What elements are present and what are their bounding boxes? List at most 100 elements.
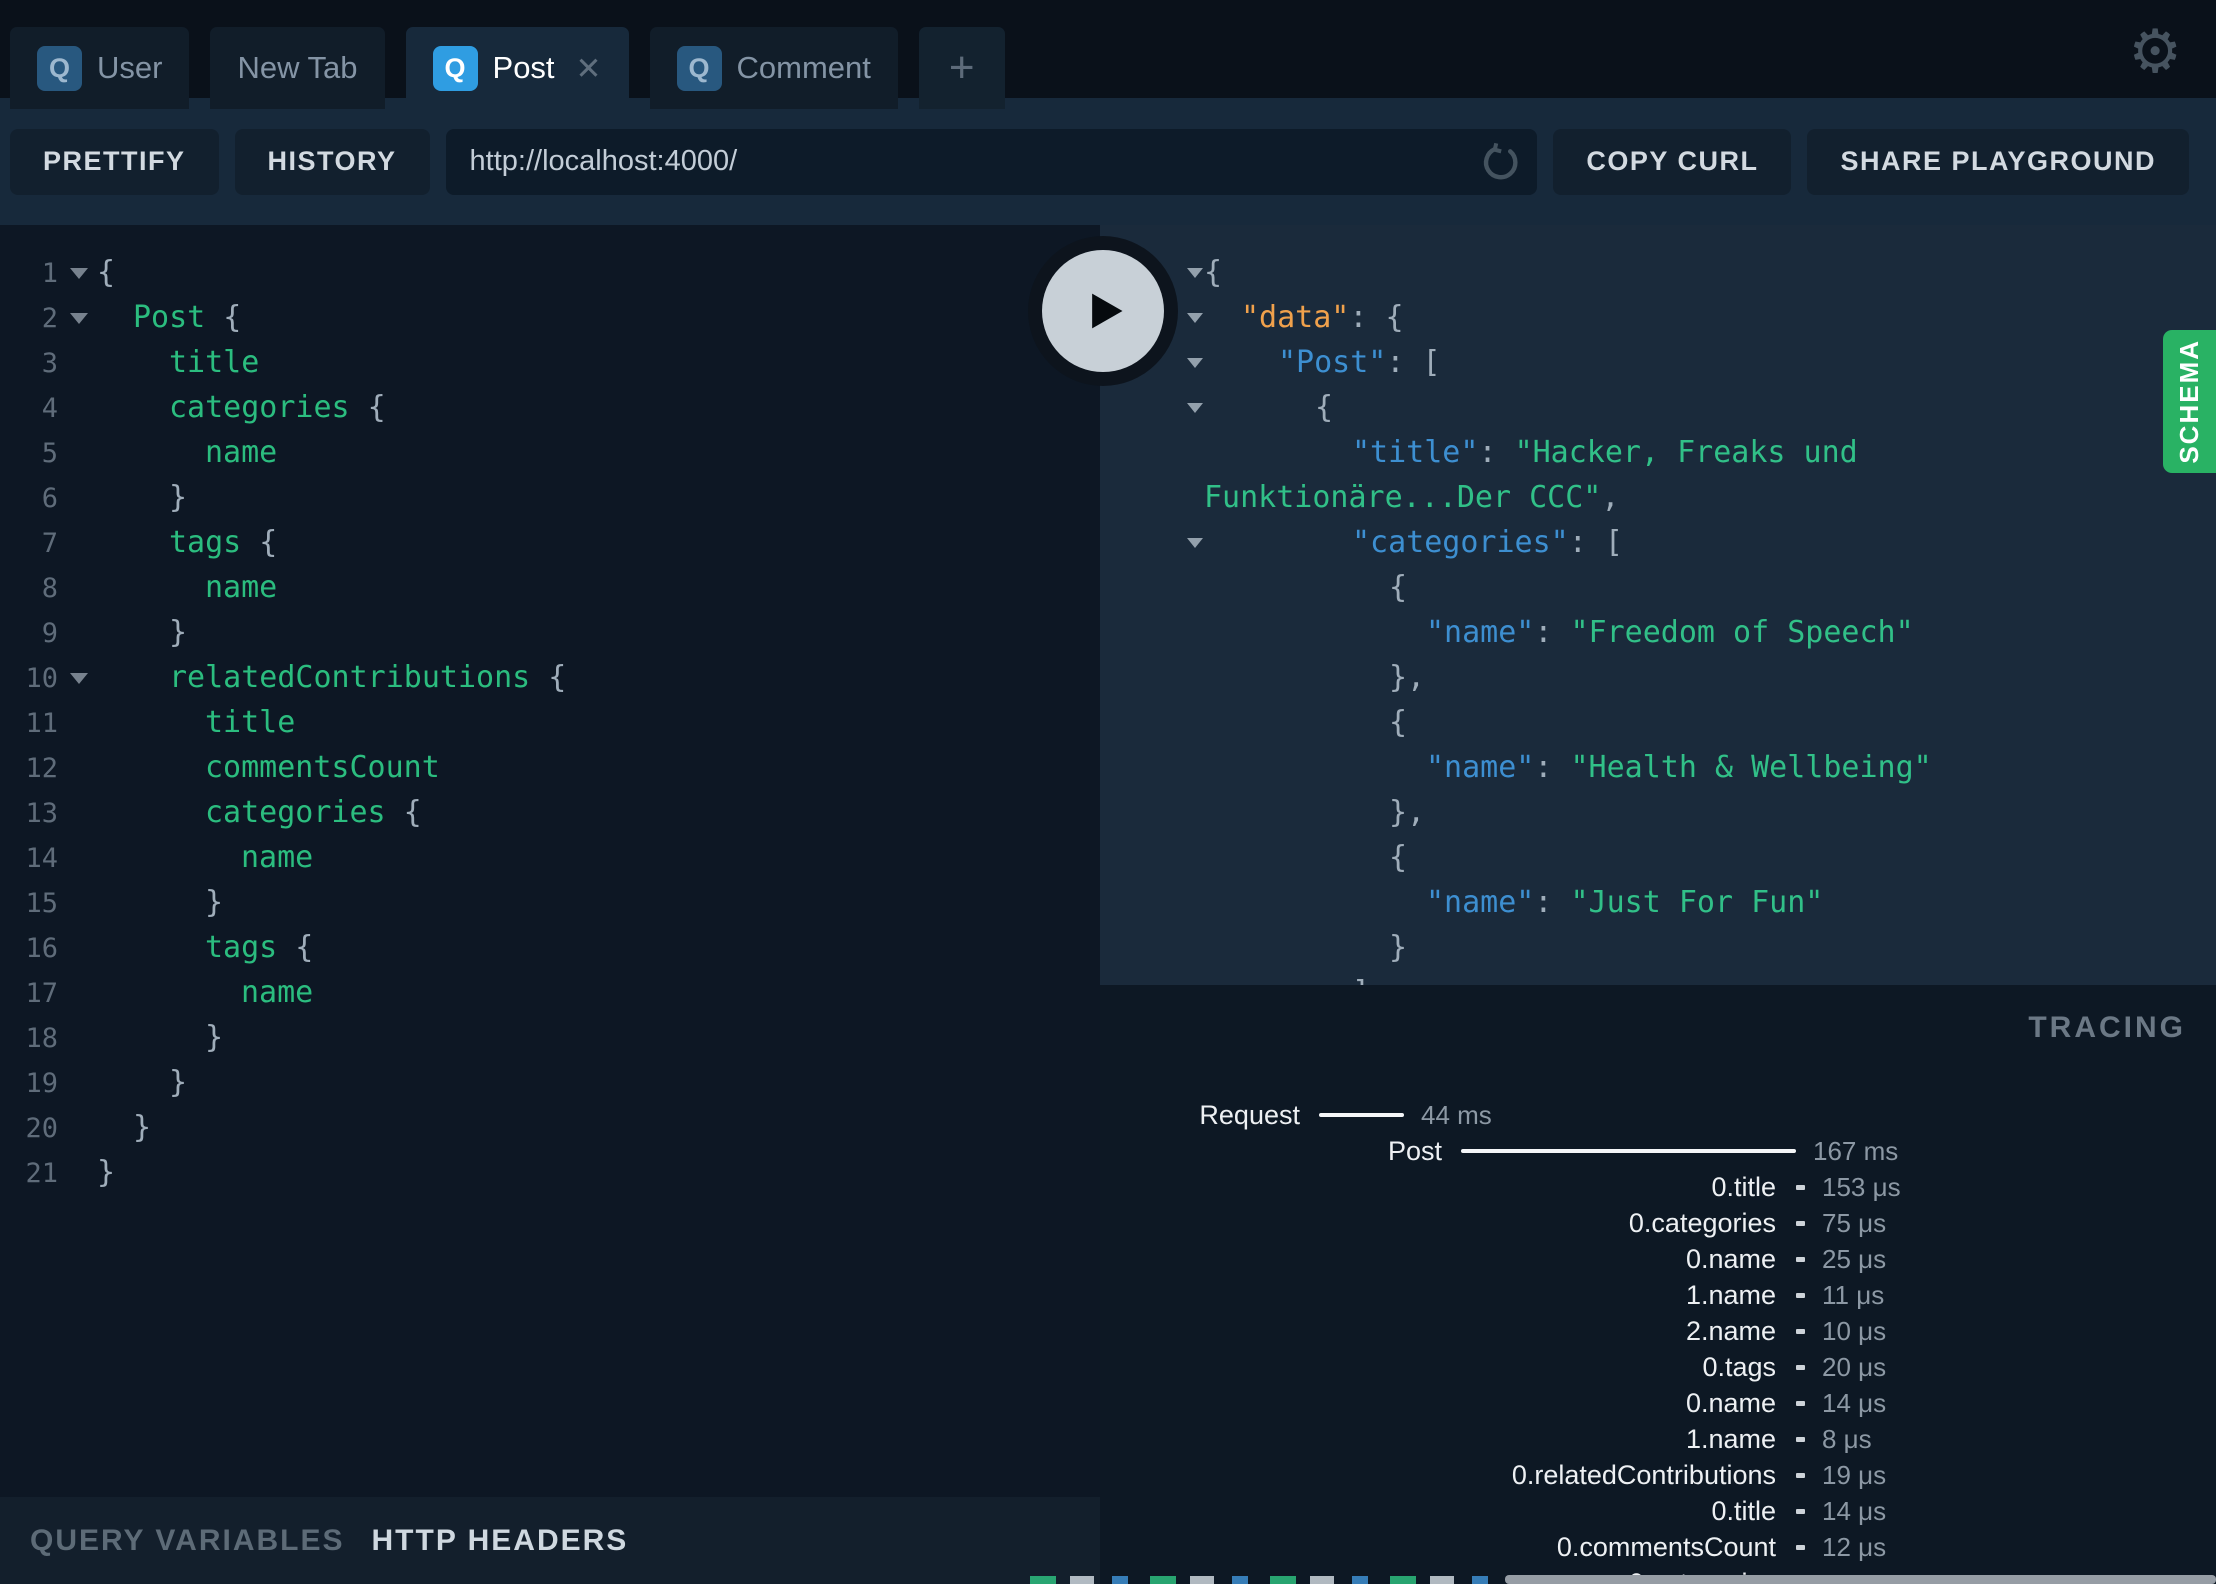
query-line[interactable]: 13 categories { (0, 790, 1100, 835)
trace-label: 1.name (1685, 1279, 1776, 1310)
response-code: Funktionäre...Der CCC", (1204, 480, 1620, 515)
query-code: commentsCount (205, 750, 440, 785)
line-number: 17 (25, 978, 58, 1009)
tab-label: User (97, 50, 163, 85)
query-code: } (205, 1020, 224, 1055)
tab-label: New Tab (237, 50, 358, 85)
query-code: relatedContributions { (169, 660, 567, 695)
play-icon (1092, 293, 1123, 329)
prettify-button[interactable]: PRETTIFY (10, 128, 219, 195)
query-line[interactable]: 8 name (0, 565, 1100, 610)
trace-label: 0.name (1685, 1243, 1776, 1274)
trace-duration: 25 μs (1822, 1243, 1887, 1274)
query-line[interactable]: 21} (0, 1150, 1100, 1195)
trace-row: 0.commentsCount 12 μs (1100, 1529, 2216, 1565)
endpoint-url-input[interactable] (445, 128, 1538, 195)
query-line[interactable]: 6} (0, 475, 1100, 520)
query-code: } (169, 615, 188, 650)
trace-duration: 153 μs (1822, 1171, 1901, 1202)
fold-arrow-icon[interactable] (1187, 403, 1203, 413)
query-line[interactable]: 7 tags { (0, 520, 1100, 565)
query-line[interactable]: 11 title (0, 700, 1100, 745)
response-pane: {"data": {"Post": [{"title": "Hacker, Fr… (1100, 225, 2216, 985)
response-code: ] (1100, 970, 1370, 985)
tab-user[interactable]: Q User (10, 27, 190, 109)
fold-arrow-icon[interactable] (70, 313, 88, 324)
trace-label: 0.tags (1702, 1351, 1776, 1382)
query-line[interactable]: 4 categories { (0, 385, 1100, 430)
fold-arrow-icon[interactable] (1187, 538, 1203, 548)
query-line[interactable]: 18} (0, 1015, 1100, 1060)
query-line[interactable]: 5 name (0, 430, 1100, 475)
horizontal-scrollbar[interactable] (1505, 1575, 2216, 1584)
trace-duration: 8 μs (1822, 1423, 1872, 1454)
trace-row: 0.name 25 μs (1100, 1241, 2216, 1277)
fold-arrow-icon[interactable] (70, 268, 88, 279)
query-line[interactable]: 14 name (0, 835, 1100, 880)
query-line[interactable]: 9} (0, 610, 1100, 655)
response-line: "categories": [ (1100, 520, 2216, 565)
close-tab-icon[interactable]: ✕ (576, 53, 602, 84)
response-code: }, (1389, 795, 1426, 830)
query-line[interactable]: 15} (0, 880, 1100, 925)
share-playground-button[interactable]: SHARE PLAYGROUND (1807, 128, 2189, 195)
query-line[interactable]: 3 title (0, 340, 1100, 385)
trace-row: 1.name 11 μs (1100, 1277, 2216, 1313)
trace-tick (1796, 1472, 1805, 1478)
endpoint-url-wrap (445, 128, 1538, 195)
trace-rows: Request 44 ms Post 167 ms 0.title 153 μs 0.cat… (1100, 1097, 2216, 1584)
line-number: 18 (25, 1023, 58, 1054)
trace-label: 2.name (1685, 1315, 1776, 1346)
settings-gear-icon[interactable]: ⚙ (2128, 22, 2182, 82)
fold-arrow-icon[interactable] (1187, 358, 1203, 368)
query-code: title (169, 345, 260, 380)
response-line: "name": "Just For Fun" (1100, 880, 2216, 925)
query-editor-pane[interactable]: 1{2 Post {3 title 4 categories {5 name 6} 7 tags… (0, 225, 1100, 1584)
query-line[interactable]: 20} (0, 1105, 1100, 1150)
fold-arrow-icon[interactable] (1187, 313, 1203, 323)
query-code: } (169, 480, 188, 515)
query-line[interactable]: 16 tags { (0, 925, 1100, 970)
reload-icon[interactable] (1479, 140, 1523, 184)
http-headers-tab[interactable]: HTTP HEADERS (372, 1524, 629, 1558)
history-button[interactable]: HISTORY (234, 128, 430, 195)
query-line[interactable]: 17 name (0, 970, 1100, 1015)
query-code: } (133, 1110, 152, 1145)
trace-tick (1796, 1436, 1805, 1442)
query-line[interactable]: 10 relatedContributions { (0, 655, 1100, 700)
response-code: "title": "Hacker, Freaks und (1352, 435, 1858, 470)
response-code: { (1389, 570, 1408, 605)
trace-label: Request (1199, 1099, 1300, 1130)
toolbar-band: PRETTIFY HISTORY COPY CURL SHARE PLAYGRO… (0, 98, 2216, 225)
play-disc (1042, 250, 1164, 372)
trace-duration: 10 μs (1822, 1315, 1887, 1346)
tab-comment[interactable]: Q Comment (649, 27, 898, 109)
tab-new-tab[interactable]: New Tab (210, 27, 385, 109)
main-area: 1{2 Post {3 title 4 categories {5 name 6} 7 tags… (0, 225, 2216, 1584)
response-line: "title": "Hacker, Freaks und (1100, 430, 2216, 475)
copy-curl-button[interactable]: COPY CURL (1553, 128, 1792, 195)
tab-post-active[interactable]: Q Post ✕ (405, 27, 629, 109)
query-code: name (241, 975, 314, 1010)
query-line[interactable]: 19} (0, 1060, 1100, 1105)
execute-query-button[interactable] (1028, 236, 1178, 386)
query-code: categories { (205, 795, 422, 830)
line-number: 14 (25, 843, 58, 874)
trace-duration: 20 μs (1822, 1351, 1887, 1382)
query-variables-tab[interactable]: QUERY VARIABLES (30, 1524, 345, 1558)
query-line[interactable]: 12 commentsCount (0, 745, 1100, 790)
query-code: name (205, 570, 278, 605)
trace-row: Request 44 ms (1100, 1097, 2216, 1133)
query-line[interactable]: 2 Post { (0, 295, 1100, 340)
query-code: } (169, 1065, 188, 1100)
schema-tab-button[interactable]: SCHEMA (2163, 330, 2216, 473)
tabs-row: Q User New Tab Q Post ✕ Q Comment + (10, 27, 1005, 109)
editor-footer: QUERY VARIABLES HTTP HEADERS (0, 1497, 1100, 1584)
query-editor[interactable]: 1{2 Post {3 title 4 categories {5 name 6} 7 tags… (0, 225, 1100, 1497)
trace-duration: 14 μs (1822, 1387, 1887, 1418)
query-line[interactable]: 1{ (0, 250, 1100, 295)
fold-arrow-icon[interactable] (1187, 268, 1203, 278)
line-number: 9 (41, 618, 58, 649)
add-tab-button[interactable]: + (918, 27, 1005, 109)
fold-arrow-icon[interactable] (70, 673, 88, 684)
